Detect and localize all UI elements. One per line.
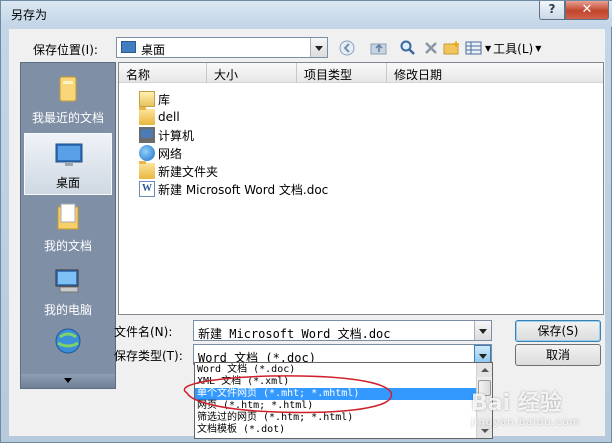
save-button[interactable]: 保存(S) bbox=[515, 320, 601, 342]
places-scroll-down[interactable] bbox=[21, 374, 115, 388]
column-label: 项目类型 bbox=[304, 68, 353, 82]
network-icon bbox=[139, 145, 155, 161]
list-item[interactable]: 库 bbox=[139, 90, 170, 108]
place-recent[interactable]: 我最近的文档 bbox=[24, 69, 112, 131]
places-bar: 我最近的文档 桌面 我的文档 我的电脑 bbox=[20, 62, 116, 389]
list-item[interactable]: dell bbox=[139, 107, 180, 126]
chevron-down-icon[interactable] bbox=[474, 321, 491, 340]
place-label: 我最近的文档 bbox=[31, 111, 104, 125]
file-name: 计算机 bbox=[158, 128, 195, 143]
place-label: 我的电脑 bbox=[43, 303, 92, 317]
watermark-text: Bai 经验 bbox=[471, 391, 562, 416]
place-label: 桌面 bbox=[55, 176, 80, 190]
filetype-option[interactable]: 筛选过的网页 (*.htm; *.html) bbox=[195, 412, 476, 424]
filename-value: 新建 Microsoft Word 文档.doc bbox=[198, 327, 391, 341]
column-header: 名称 大小 项目类型 修改日期 bbox=[119, 63, 603, 83]
file-name: dell bbox=[158, 110, 180, 124]
title-bar[interactable]: 另存为 ? ✕ bbox=[1, 1, 612, 27]
place-my-documents[interactable]: 我的文档 bbox=[24, 197, 112, 259]
cancel-button[interactable]: 取消 bbox=[515, 344, 601, 366]
help-icon: ? bbox=[548, 2, 556, 16]
filename-input[interactable]: 新建 Microsoft Word 文档.doc bbox=[193, 320, 492, 341]
close-button[interactable]: ✕ bbox=[565, 1, 609, 20]
save-as-dialog: 另存为 ? ✕ 保存位置(I): 桌面 ▼ 工具(L) ▼ 我最近的文档 桌面 … bbox=[0, 0, 612, 443]
column-size[interactable]: 大小 bbox=[207, 63, 297, 83]
file-name: 库 bbox=[158, 92, 171, 107]
file-name: 新建 Microsoft Word 文档.doc bbox=[158, 182, 329, 197]
close-icon: ✕ bbox=[581, 2, 593, 17]
list-item[interactable]: 新建 Microsoft Word 文档.doc bbox=[139, 180, 328, 198]
back-icon[interactable] bbox=[337, 38, 357, 58]
filetype-option-selected[interactable]: 单个文件网页 (*.mht; *.mhtml) bbox=[195, 388, 476, 400]
column-name[interactable]: 名称 bbox=[119, 63, 207, 83]
filetype-dropdown-list[interactable]: Word 文档 (*.doc) XML 文档 (*.xml) 单个文件网页 (*… bbox=[194, 362, 493, 439]
up-folder-icon[interactable] bbox=[369, 38, 389, 58]
chevron-down-icon[interactable] bbox=[310, 38, 327, 57]
filetype-label: 保存类型(T): bbox=[114, 349, 183, 363]
filetype-option[interactable]: 文档模板 (*.dot) bbox=[195, 424, 476, 436]
list-item[interactable]: 新建文件夹 bbox=[139, 161, 219, 180]
save-location-combo[interactable]: 桌面 bbox=[116, 37, 328, 58]
save-location-value: 桌面 bbox=[141, 43, 166, 57]
recent-documents-icon bbox=[52, 73, 84, 105]
search-web-icon[interactable] bbox=[398, 38, 418, 58]
place-my-computer[interactable]: 我的电脑 bbox=[24, 261, 112, 323]
desktop-icon bbox=[121, 41, 136, 53]
column-modified[interactable]: 修改日期 bbox=[387, 63, 603, 83]
computer-icon bbox=[139, 127, 155, 143]
my-computer-icon bbox=[52, 265, 84, 297]
views-icon[interactable] bbox=[464, 38, 484, 58]
column-label: 名称 bbox=[126, 68, 151, 82]
my-documents-icon bbox=[52, 201, 84, 233]
file-name: 网络 bbox=[158, 146, 183, 161]
delete-icon[interactable] bbox=[421, 38, 441, 58]
tools-menu[interactable]: ▼ 工具(L) ▼ bbox=[485, 38, 555, 58]
list-item[interactable]: 网络 bbox=[139, 144, 182, 162]
window-title: 另存为 bbox=[11, 8, 48, 22]
filetype-option[interactable]: 网页 (*.htm; *.html) bbox=[195, 400, 476, 412]
folder-icon bbox=[139, 107, 155, 125]
place-desktop[interactable]: 桌面 bbox=[24, 133, 112, 195]
column-label: 大小 bbox=[214, 68, 239, 82]
scroll-up-icon[interactable] bbox=[477, 363, 492, 377]
place-network[interactable] bbox=[24, 321, 112, 361]
new-folder-icon[interactable] bbox=[442, 38, 462, 58]
chevron-down-icon: ▼ bbox=[535, 43, 542, 53]
desktop-icon bbox=[53, 138, 85, 170]
tools-menu-label: 工具(L) bbox=[493, 41, 534, 56]
network-globe-icon bbox=[52, 325, 84, 357]
list-item[interactable]: 计算机 bbox=[139, 126, 194, 144]
watermark-sub: jingyan.baidu.com bbox=[471, 417, 581, 428]
watermark-logo: Bai 经验 jingyan.baidu.com bbox=[471, 385, 580, 428]
chevron-down-icon: ▼ bbox=[485, 43, 492, 53]
help-button[interactable]: ? bbox=[539, 1, 565, 20]
filetype-option[interactable]: Word 文档 (*.doc) bbox=[195, 364, 476, 376]
filename-label: 文件名(N): bbox=[114, 325, 173, 339]
folder-icon bbox=[139, 161, 155, 179]
column-type[interactable]: 项目类型 bbox=[297, 63, 387, 83]
file-list[interactable]: 名称 大小 项目类型 修改日期 库 dell 计算机 网络 新建文件夹 W 新建… bbox=[118, 62, 604, 315]
place-label: 我的文档 bbox=[43, 239, 92, 253]
column-label: 修改日期 bbox=[394, 68, 443, 82]
file-name: 新建文件夹 bbox=[158, 164, 219, 179]
save-location-label: 保存位置(I): bbox=[33, 43, 98, 57]
filetype-option[interactable]: XML 文档 (*.xml) bbox=[195, 376, 476, 388]
word-document-icon bbox=[139, 181, 155, 197]
library-icon bbox=[139, 91, 155, 107]
